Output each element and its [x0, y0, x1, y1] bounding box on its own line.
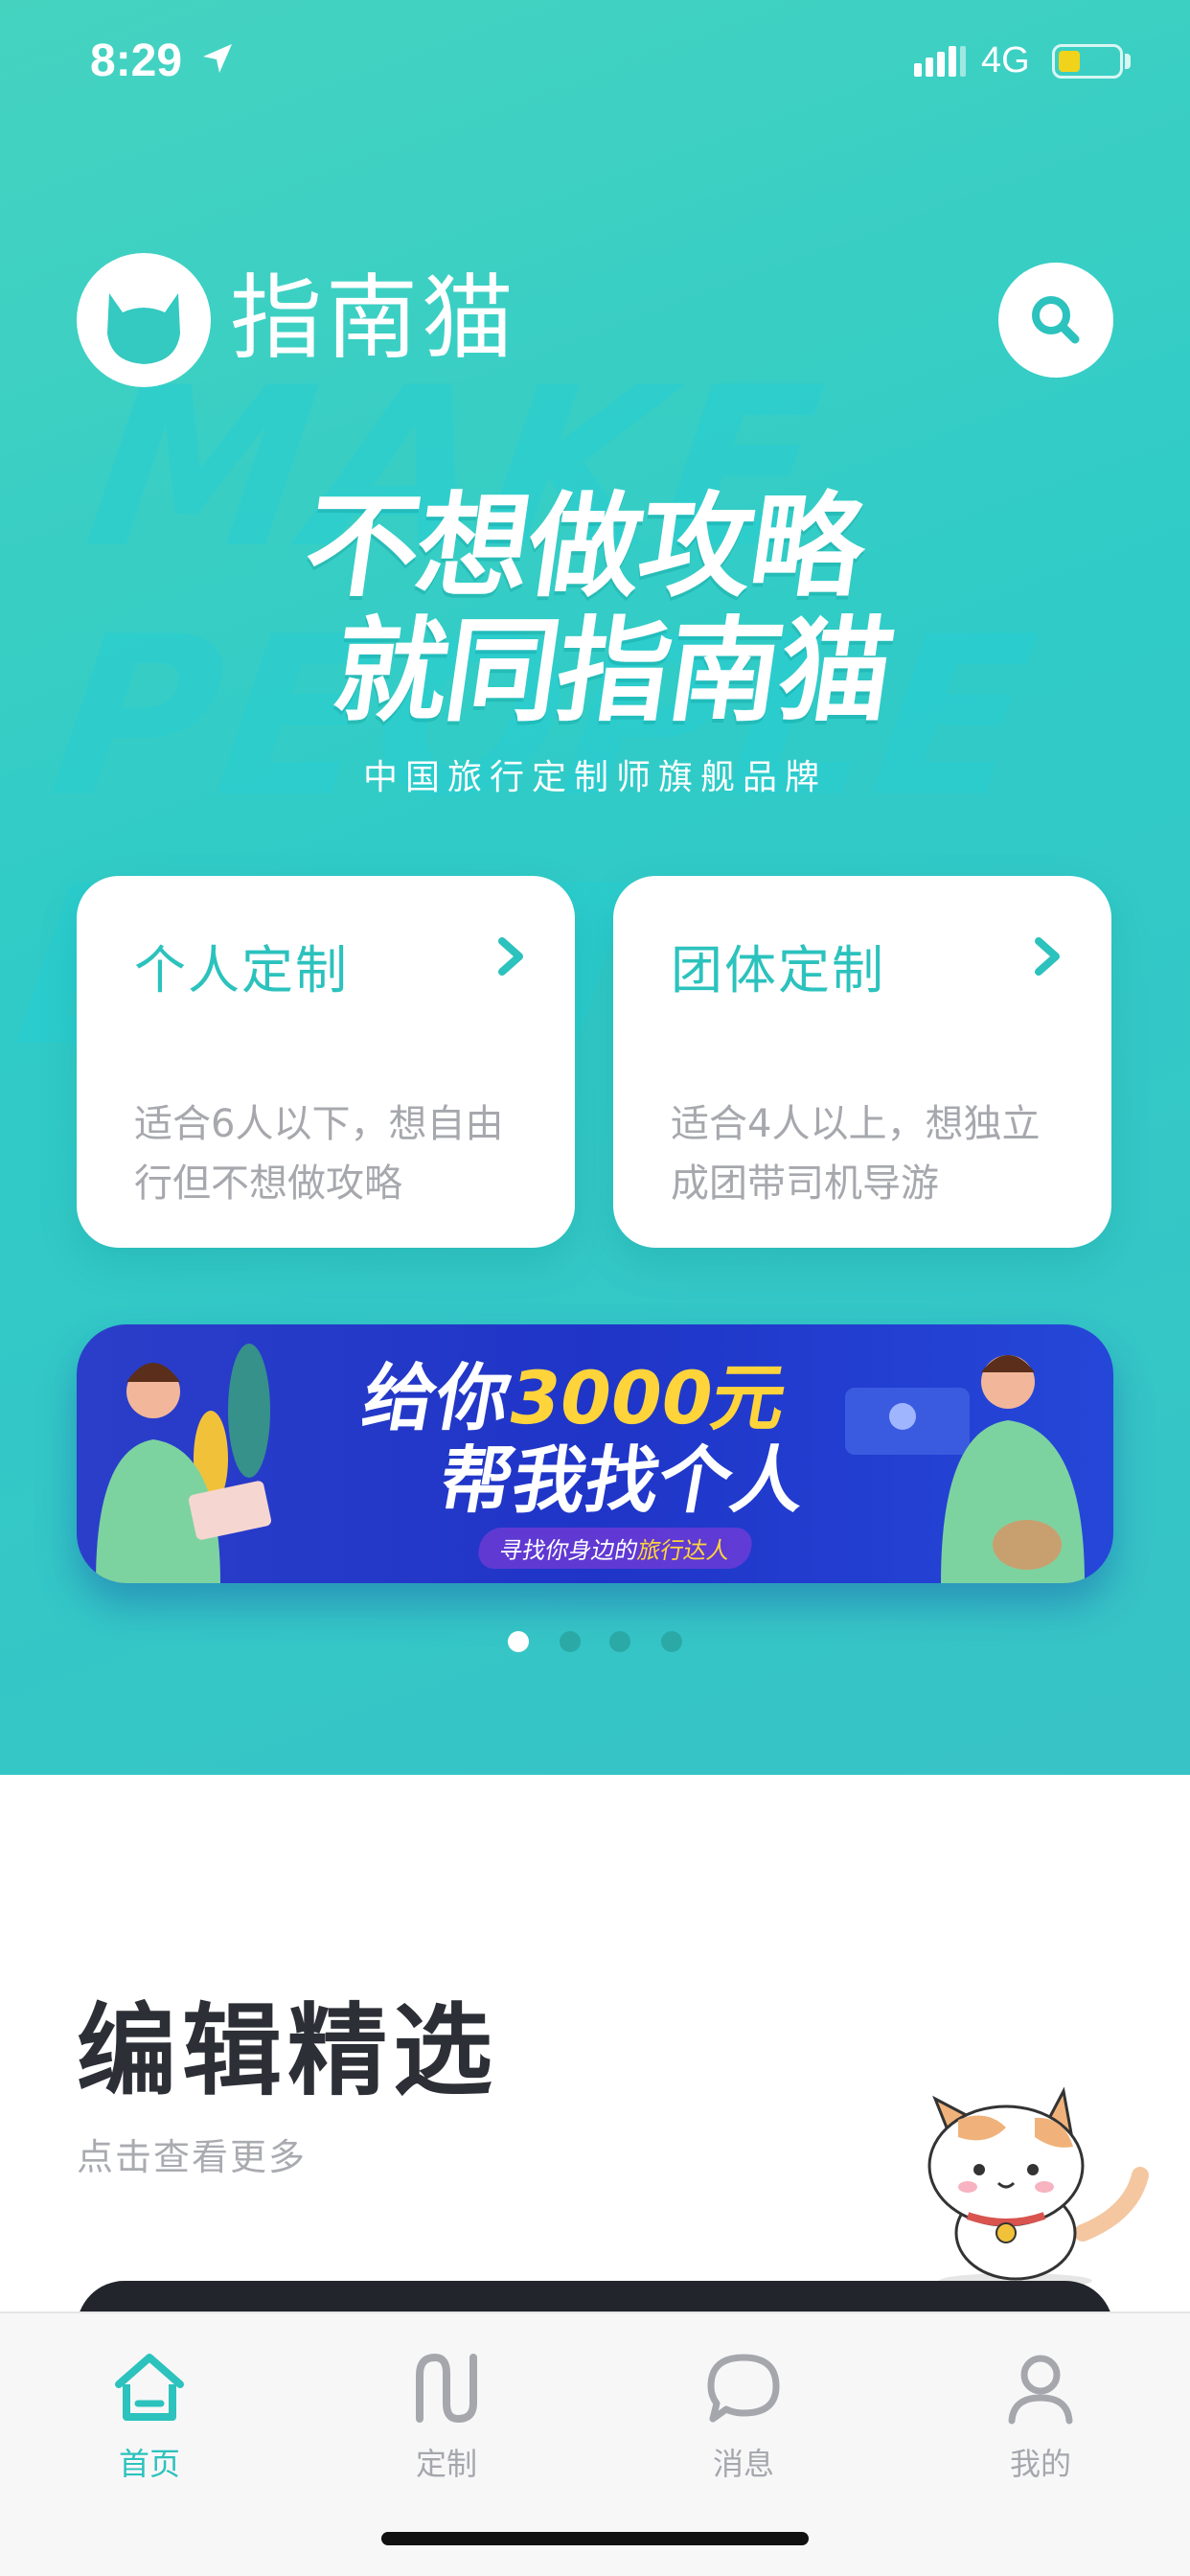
message-icon: [707, 2354, 780, 2423]
tab-profile[interactable]: 我的: [945, 2336, 1136, 2499]
custom-icon: [416, 2354, 477, 2423]
tab-messages[interactable]: 消息: [648, 2336, 839, 2499]
slogan-line2: 就同指南猫: [326, 605, 901, 737]
cat-mascot-icon: [927, 2086, 1149, 2288]
view-more-link[interactable]: 点击查看更多: [77, 2128, 307, 2180]
pager-dot[interactable]: [661, 1631, 682, 1652]
banner-pagination: [0, 1631, 1190, 1654]
pager-dot[interactable]: [609, 1631, 630, 1652]
network-type: 4G: [981, 40, 1030, 80]
tab-label: 消息: [712, 2446, 774, 2482]
home-icon: [115, 2354, 184, 2421]
status-time: 8:29: [90, 35, 183, 86]
signal-icon: [914, 46, 966, 77]
status-bar: 8:29 4G: [0, 0, 1190, 126]
tab-label: 我的: [1009, 2446, 1071, 2482]
slogan-subtitle: 中国旅行定制师旗舰品牌: [362, 758, 827, 797]
search-button[interactable]: [998, 263, 1113, 378]
chevron-right-icon: [498, 937, 523, 976]
card-title: 团体定制: [671, 940, 885, 1000]
group-custom-card[interactable]: 团体定制 适合4人以上，想独立成团带司机导游: [613, 876, 1111, 1248]
profile-icon: [1008, 2355, 1073, 2425]
banner-illustration-left: [96, 1344, 271, 1583]
banner-subtitle: 寻找你身边的旅行达人: [475, 1528, 755, 1569]
location-arrow-icon: [203, 44, 232, 73]
card-title: 个人定制: [134, 940, 349, 1000]
banner-illustration-right: [845, 1355, 1085, 1583]
pager-dot[interactable]: [508, 1631, 529, 1652]
pager-dot[interactable]: [560, 1631, 581, 1652]
personal-custom-card[interactable]: 个人定制 适合6人以下，想自由行但不想做攻略: [77, 876, 575, 1248]
tab-label: 定制: [415, 2446, 477, 2482]
app-title: 指南猫: [230, 264, 517, 372]
tab-home[interactable]: 首页: [54, 2336, 245, 2499]
banner-headline-2: 帮我找个人: [433, 1438, 812, 1523]
cat-logo-icon: [77, 253, 211, 387]
battery-icon: [1052, 44, 1123, 79]
chevron-right-icon: [1035, 937, 1060, 976]
search-icon: [1032, 296, 1080, 344]
home-indicator: [381, 2532, 809, 2545]
banner-headline: 给你3000元: [356, 1355, 793, 1440]
hero-section: MAKE PEOPLE BETTER 8:29 4G 指南猫 不想做攻略 就同指…: [0, 0, 1190, 1775]
tab-label: 首页: [118, 2446, 180, 2482]
battery-tip: [1125, 54, 1131, 69]
card-description: 适合4人以上，想独立成团带司机导游: [671, 1102, 1041, 1206]
slogan-line1: 不想做攻略: [297, 480, 872, 612]
promo-banner[interactable]: 给你3000元 帮我找个人 寻找你身边的旅行达人: [77, 1324, 1113, 1583]
section-title: 编辑精选: [77, 1992, 499, 2109]
tab-custom[interactable]: 定制: [351, 2336, 542, 2499]
card-description: 适合6人以下，想自由行但不想做攻略: [134, 1102, 504, 1206]
